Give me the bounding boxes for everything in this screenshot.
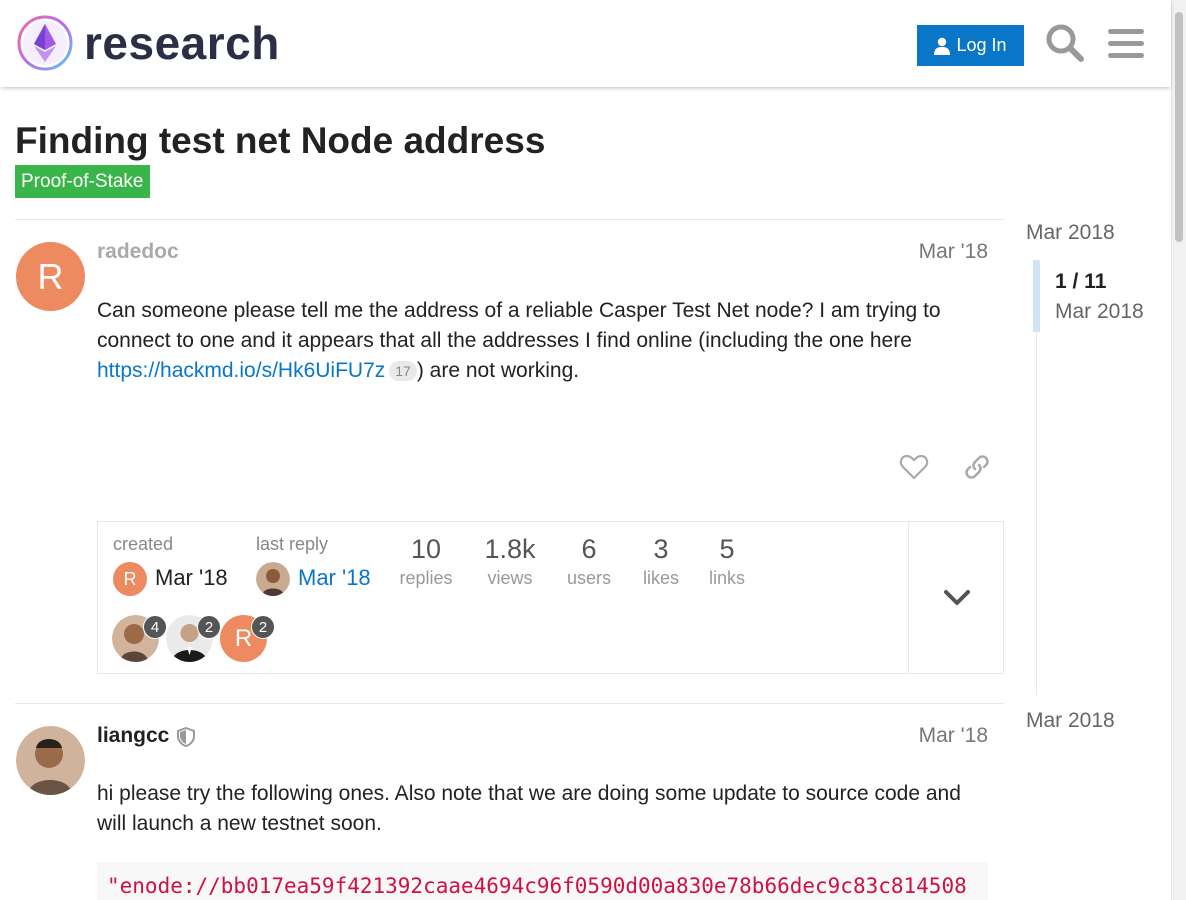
stat-likes-value: 3: [653, 534, 669, 564]
avatar-letter: R: [37, 255, 64, 297]
category-badge[interactable]: Proof-of-Stake: [15, 165, 150, 198]
creator-avatar[interactable]: R: [113, 562, 147, 596]
topic-map-expand-button[interactable]: [908, 522, 1004, 673]
topic-title[interactable]: Finding test net Node address: [15, 120, 545, 162]
last-reply-label: last reply: [256, 534, 329, 554]
last-reply-avatar[interactable]: [256, 562, 290, 596]
created-date[interactable]: Mar '18: [155, 565, 228, 591]
search-icon[interactable]: [1044, 22, 1086, 64]
avatar[interactable]: R: [16, 242, 85, 311]
stat-links-value[interactable]: 5: [704, 534, 750, 565]
chevron-down-icon: [943, 589, 970, 605]
stat-views-value: 1.8k: [484, 534, 536, 564]
timeline-position-date: Mar 2018: [1055, 300, 1144, 323]
page-scrollbar[interactable]: [1171, 0, 1186, 900]
participant-avatar-letter: R: [234, 624, 253, 652]
post-username[interactable]: radedoc: [97, 240, 179, 264]
post-body: Can someone please tell me the address o…: [97, 296, 987, 386]
code-block: "enode://bb017ea59f421392caae4694c96f059…: [97, 862, 988, 900]
post-date[interactable]: Mar '18: [919, 240, 988, 264]
site-header: research Log In: [0, 0, 1171, 87]
like-heart-icon[interactable]: [899, 452, 929, 482]
timeline-scroll-handle[interactable]: [1033, 260, 1040, 332]
post-date[interactable]: Mar '18: [919, 724, 988, 748]
login-button[interactable]: Log In: [917, 25, 1024, 66]
participant-post-count: 4: [143, 615, 167, 639]
post-divider: [15, 703, 1004, 704]
copy-link-icon[interactable]: [962, 452, 992, 482]
user-icon: [934, 37, 951, 55]
post-body: hi please try the following ones. Also n…: [97, 782, 961, 835]
stat-replies-label: replies: [399, 568, 453, 588]
timeline-start-date[interactable]: Mar 2018: [1026, 221, 1115, 245]
post-text: Can someone please tell me the address o…: [97, 299, 941, 352]
stat-views-label: views: [487, 568, 533, 588]
login-label: Log In: [956, 35, 1007, 55]
scrollbar-thumb[interactable]: [1175, 12, 1183, 242]
hamburger-menu-icon[interactable]: [1105, 22, 1147, 64]
moderator-shield-icon: [177, 727, 195, 747]
created-label: created: [113, 534, 174, 554]
topic-map: created R Mar '18 last reply Mar '18 10 …: [97, 521, 1004, 674]
ethresearch-logo-icon[interactable]: [16, 14, 74, 72]
post-username[interactable]: liangcc: [97, 724, 169, 748]
site-title[interactable]: research: [84, 16, 280, 70]
post-link[interactable]: https://hackmd.io/s/Hk6UiFU7z: [97, 359, 385, 382]
participant-post-count: 2: [251, 615, 275, 639]
stat-links-label[interactable]: links: [704, 568, 750, 589]
avatar[interactable]: [16, 726, 85, 795]
participant-post-count: 2: [197, 615, 221, 639]
timeline-position: 1 / 11: [1055, 270, 1107, 293]
stat-users-value: 6: [581, 534, 597, 564]
stat-likes-label: likes: [642, 568, 679, 588]
post-divider: [15, 219, 1004, 220]
timeline-end-date[interactable]: Mar 2018: [1026, 709, 1115, 733]
post-text-suffix: ) are not working.: [416, 359, 580, 382]
last-reply-date[interactable]: Mar '18: [298, 565, 371, 591]
link-click-count: 17: [389, 361, 417, 382]
stat-replies-value: 10: [410, 534, 442, 564]
stat-users-label: users: [566, 568, 611, 588]
